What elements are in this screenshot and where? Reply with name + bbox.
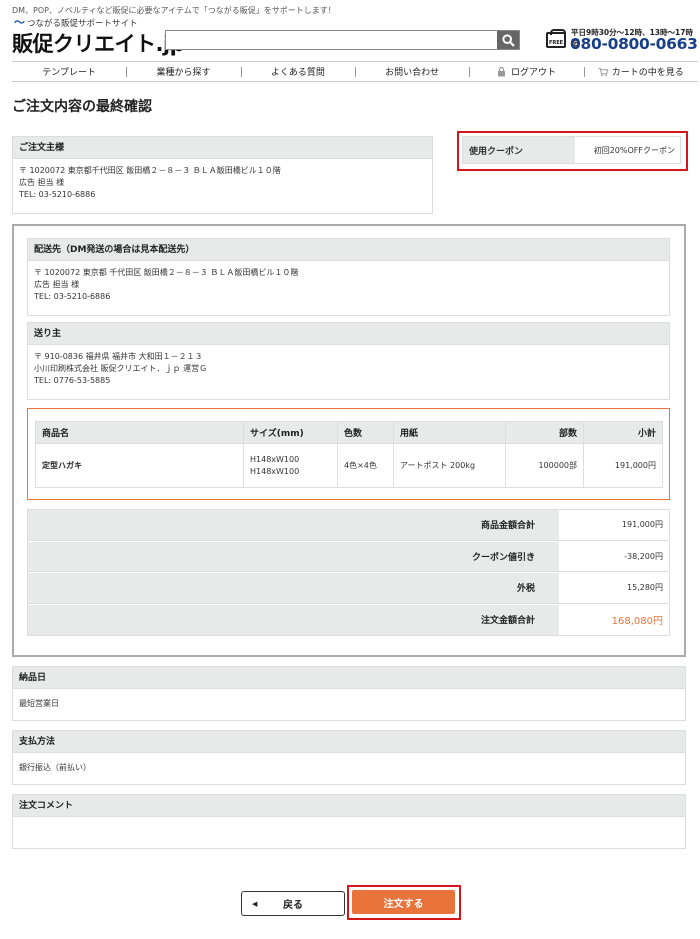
nav-item-cart[interactable]: カートの中を見る <box>583 62 698 81</box>
col-header-product: 商品名 <box>35 421 244 444</box>
table-row: 定型ハガキ H148xW100 H148xW100 4色×4色 アートポスト 2… <box>35 443 663 488</box>
item-paper: アートポスト 200kg <box>393 443 506 488</box>
coupon-highlight: 使用クーポン 初回20%OFFクーポン <box>457 131 688 171</box>
payment-section: 支払方法 銀行振込（前払い） <box>12 730 686 785</box>
order-button-highlight: 注文する <box>347 885 461 920</box>
item-qty: 100000部 <box>505 443 584 488</box>
comment-value <box>13 817 685 829</box>
items-highlight: 商品名 サイズ(mm) 色数 用紙 部数 小計 定型ハガキ H148xW100 … <box>27 408 670 500</box>
orderer-name: 広告 担当 様 <box>19 178 65 187</box>
lock-icon <box>497 66 507 77</box>
item-subtotal: 191,000円 <box>583 443 663 488</box>
site-logo[interactable]: 販促クリエイト.jp <box>12 28 185 58</box>
coupon-row: 使用クーポン 初回20%OFFクーポン <box>462 136 681 164</box>
shipping-address: 〒 1020072 東京都 千代田区 飯田橋２－８－３ ＢＬＡ飯田橋ビル１０階 <box>34 268 299 277</box>
nav-item-faq[interactable]: よくある質問 <box>240 62 355 81</box>
total-row-grand-total: 注文金額合計 168,080円 <box>28 604 669 636</box>
search-icon <box>501 33 515 47</box>
coupon-value: 初回20%OFFクーポン <box>593 145 675 155</box>
sender-section: 送り主 〒 910-0836 福井県 福井市 大和田１－２１３ 小川印刷株式会社… <box>27 322 670 400</box>
item-size: H148xW100 H148xW100 <box>243 443 338 488</box>
left-arrow-icon: ◀ <box>252 899 258 908</box>
orderer-tel: TEL: 03-5210-6886 <box>19 190 96 199</box>
comment-heading: 注文コメント <box>13 795 685 817</box>
nav-item-logout[interactable]: ログアウト <box>469 62 583 81</box>
search-input[interactable] <box>166 31 497 49</box>
nav-item-templates[interactable]: テンプレート <box>12 62 126 81</box>
item-name: 定型ハガキ <box>35 443 244 488</box>
orderer-section: ご注文主様 〒 1020072 東京都千代田区 飯田橋２－８－３ ＢＬＡ飯田橋ビ… <box>12 136 433 214</box>
search-bar <box>165 30 520 50</box>
page-title: ご注文内容の最終確認 <box>12 99 152 115</box>
total-row-coupon-discount: クーポン値引き -38,200円 <box>28 541 669 573</box>
items-table: 商品名 サイズ(mm) 色数 用紙 部数 小計 定型ハガキ H148xW100 … <box>35 421 663 488</box>
col-header-colors: 色数 <box>337 421 394 444</box>
col-header-qty: 部数 <box>505 421 584 444</box>
delivery-section: 納品日 最短営業日 <box>12 666 686 721</box>
coupon-label: 使用クーポン <box>463 137 575 163</box>
col-header-paper: 用紙 <box>393 421 506 444</box>
comment-section: 注文コメント <box>12 794 686 849</box>
back-button[interactable]: ◀ 戻る <box>241 891 345 916</box>
totals-table: 商品金額合計 191,000円 クーポン値引き -38,200円 外税 15,2… <box>27 509 670 636</box>
shipping-tel: TEL: 03-5210-6886 <box>34 292 111 301</box>
item-colors: 4色×4色 <box>337 443 394 488</box>
search-button[interactable] <box>497 31 519 49</box>
sender-address: 〒 910-0836 福井県 福井市 大和田１－２１３ <box>34 352 203 361</box>
total-row-tax: 外税 15,280円 <box>28 573 669 605</box>
nav-item-contact[interactable]: お問い合わせ <box>354 62 469 81</box>
col-header-subtotal: 小計 <box>583 421 663 444</box>
shipping-name: 広告 担当 様 <box>34 280 80 289</box>
sender-name: 小川印刷株式会社 販促クリエイト．ｊｐ 運営Ｇ <box>34 364 208 373</box>
shipping-heading: 配送先（DM発送の場合は見本配送先） <box>28 239 669 261</box>
col-header-size: サイズ(mm) <box>243 421 338 444</box>
place-order-button[interactable]: 注文する <box>352 890 455 914</box>
phone-number[interactable]: 080-0800-0663 <box>570 35 698 53</box>
shipping-section: 配送先（DM発送の場合は見本配送先） 〒 1020072 東京都 千代田区 飯田… <box>27 238 670 316</box>
cart-icon <box>598 67 608 77</box>
main-nav: テンプレート 業種から探す よくある質問 お問い合わせ ログアウト カートの中を… <box>12 61 698 82</box>
sender-heading: 送り主 <box>28 323 669 345</box>
payment-heading: 支払方法 <box>13 731 685 753</box>
orderer-address: 〒 1020072 東京都千代田区 飯田橋２－８－３ ＢＬＡ飯田橋ビル１０階 <box>19 166 281 175</box>
total-row-subtotal: 商品金額合計 191,000円 <box>28 510 669 542</box>
nav-item-industry[interactable]: 業種から探す <box>126 62 240 81</box>
site-tagline: DM、POP、ノベルティなど販促に必要なアイテムで「つながる販促」をサポートしま… <box>12 6 336 15</box>
delivery-heading: 納品日 <box>13 667 685 689</box>
free-dial-icon: FREE <box>546 29 566 48</box>
payment-value: 銀行振込（前払い） <box>19 763 91 772</box>
orderer-heading: ご注文主様 <box>13 137 432 159</box>
wave-icon: 〜 <box>14 16 25 29</box>
delivery-value: 最短営業日 <box>19 699 59 708</box>
sender-tel: TEL: 0776-53-5885 <box>34 376 111 385</box>
